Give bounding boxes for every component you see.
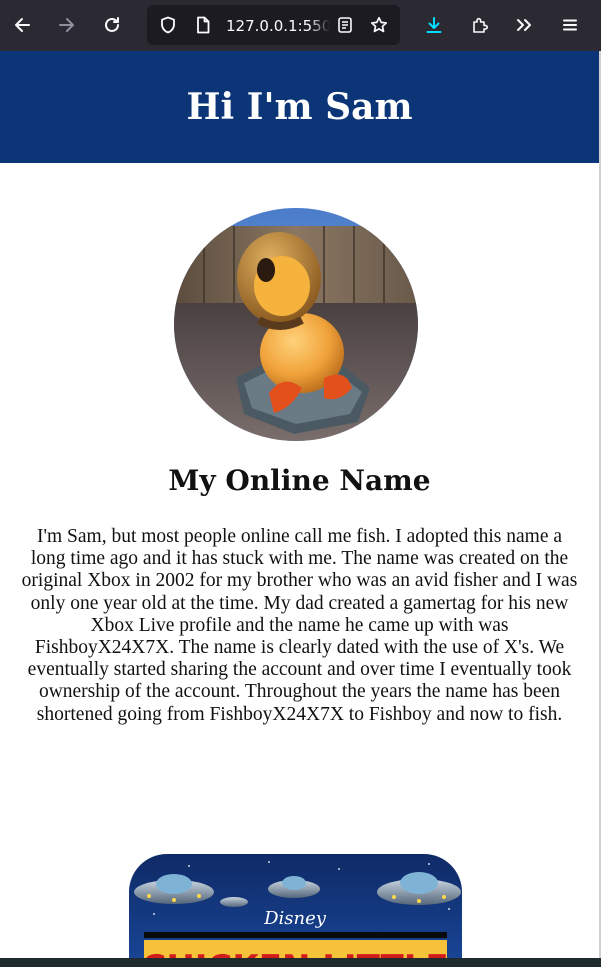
hamburger-menu-icon xyxy=(563,19,577,31)
arrow-left-icon xyxy=(15,18,30,32)
puzzle-icon xyxy=(473,17,488,33)
shield-icon[interactable] xyxy=(159,16,177,34)
back-button[interactable] xyxy=(6,9,38,41)
browser-toolbar: 127.0.0.1:5500 xyxy=(0,0,601,51)
reload-icon xyxy=(105,17,119,32)
url-text[interactable]: 127.0.0.1:5500 xyxy=(226,16,330,36)
poster-brand: Disney xyxy=(263,908,327,929)
bookmark-star-icon[interactable] xyxy=(370,16,388,34)
page-title: Hi I'm Sam xyxy=(186,86,413,128)
poster-title: CHICKEN LITTLE xyxy=(141,948,448,958)
movie-poster-image: Disney CHICKEN LITTLE xyxy=(129,854,462,958)
section-title: My Online Name xyxy=(168,464,431,497)
more-tools-button[interactable] xyxy=(508,9,540,41)
double-chevron-icon xyxy=(517,19,531,31)
page-header: Hi I'm Sam xyxy=(0,51,599,163)
url-bar[interactable]: 127.0.0.1:5500 xyxy=(147,5,400,45)
extensions-button[interactable] xyxy=(464,9,496,41)
reload-button[interactable] xyxy=(96,9,128,41)
reader-view-icon[interactable] xyxy=(336,16,354,34)
downloads-button[interactable] xyxy=(418,9,450,41)
menu-button[interactable] xyxy=(554,9,586,41)
arrow-right-icon xyxy=(59,18,74,32)
page-icon[interactable] xyxy=(194,16,212,34)
taskbar-strip xyxy=(0,958,601,967)
page-viewport: Hi I'm Sam My Online Name I'm Sam, but m… xyxy=(0,51,599,958)
bio-paragraph: I'm Sam, but most people online call me … xyxy=(21,526,578,725)
forward-button[interactable] xyxy=(51,9,83,41)
download-icon xyxy=(426,17,442,33)
profile-photo xyxy=(174,208,418,441)
